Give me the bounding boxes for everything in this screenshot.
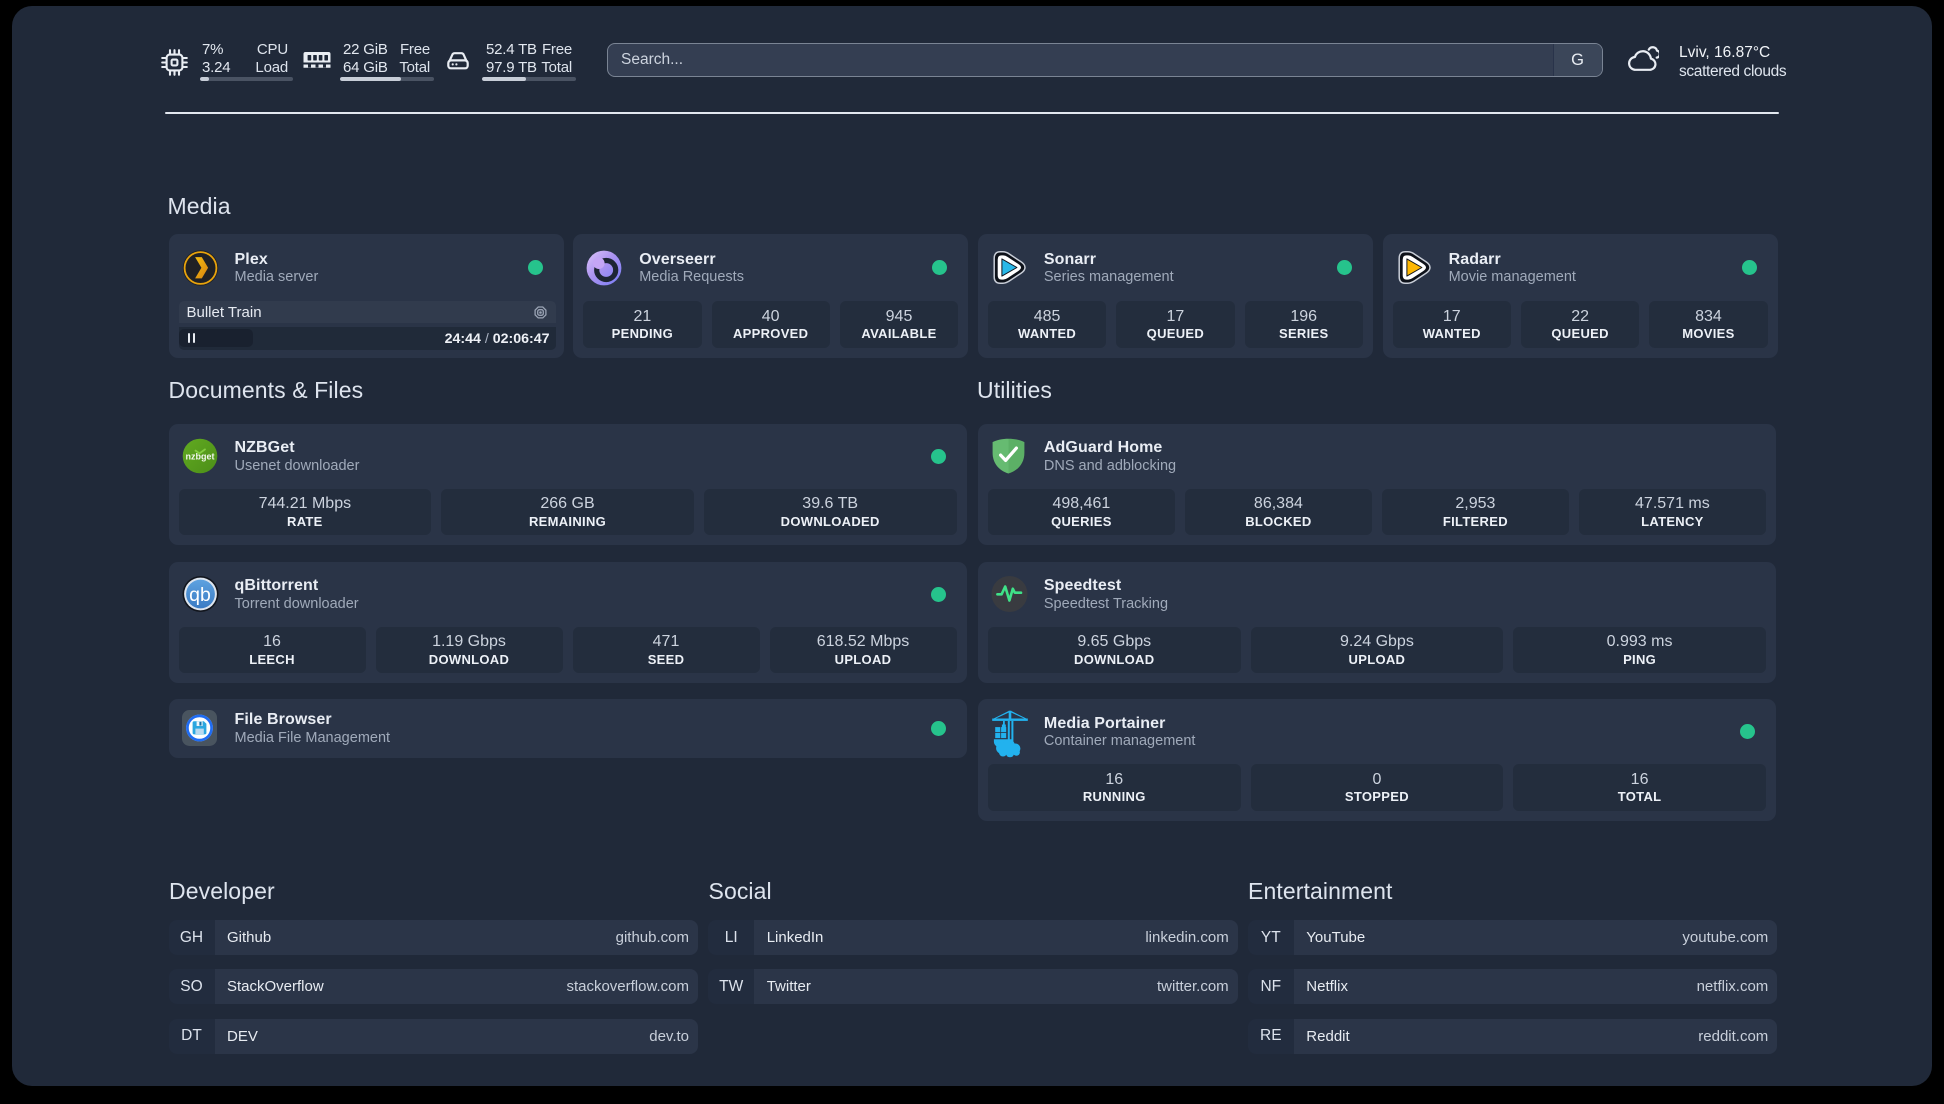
svg-text:nzbget: nzbget <box>185 452 214 462</box>
svg-text:qb: qb <box>189 584 211 606</box>
